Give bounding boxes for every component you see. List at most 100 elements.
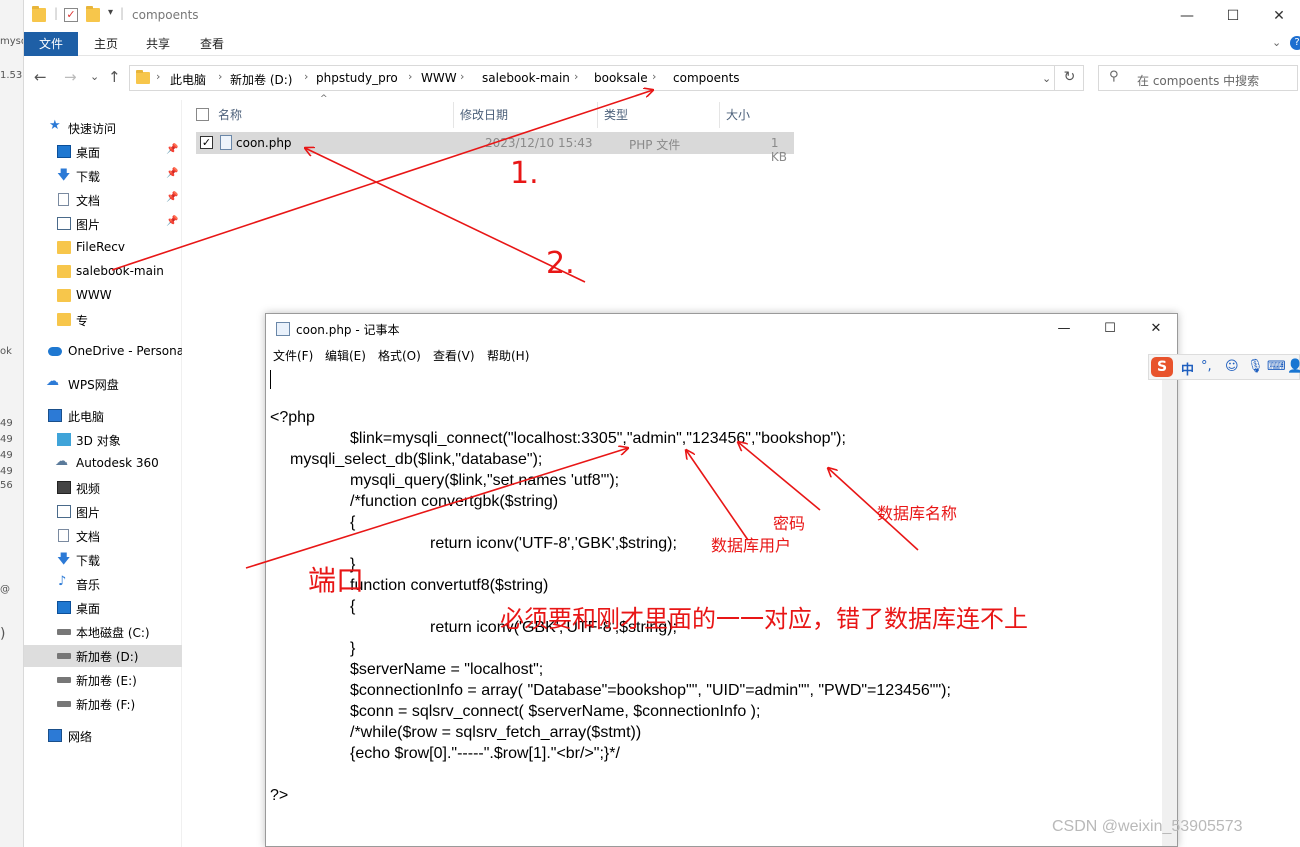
code-line: } (350, 640, 356, 657)
address-dropdown-icon[interactable]: ⌄ (1042, 72, 1051, 85)
column-header-name[interactable]: 名称 (214, 102, 454, 128)
notepad-maximize-button[interactable]: ☐ (1087, 314, 1133, 344)
cube-icon (57, 433, 71, 446)
sidebar-item-www[interactable]: WWW (24, 285, 182, 307)
code-line: $serverName = "localhost"; (350, 661, 544, 678)
folder-icon[interactable] (32, 6, 46, 22)
recent-locations-button[interactable]: ⌄ (90, 70, 99, 83)
minimize-button[interactable]: — (1164, 0, 1210, 32)
download-arrow-icon: 🡇 (57, 552, 71, 567)
pictures-icon (57, 505, 71, 518)
table-row[interactable]: ✓ coon.php 2023/12/10 15:43 PHP 文件 1 KB (196, 132, 794, 164)
sidebar-item-autodesk[interactable]: ☁ Autodesk 360 (24, 453, 182, 475)
sidebar-item-pictures[interactable]: 图片 📌 (24, 213, 182, 235)
sidebar-item-drive-c[interactable]: 本地磁盘 (C:) (24, 621, 182, 643)
notepad-scrollbar[interactable] (1162, 366, 1177, 846)
background-window-strip: mysql 1.53 ok 49 49 49 49 56 @ ) (0, 0, 24, 847)
quick-access-dropdown-icon[interactable]: ▾ (108, 7, 113, 18)
annotation-db-name: 数据库名称 (877, 504, 958, 523)
breadcrumb-www[interactable]: WWW (421, 71, 457, 85)
sidebar-item-music[interactable]: ♪ 音乐 (24, 573, 182, 595)
tab-share[interactable]: 共享 (132, 32, 184, 56)
sidebar-item-drive-e[interactable]: 新加卷 (E:) (24, 669, 182, 691)
sidebar-item-zhuan[interactable]: 专 (24, 309, 182, 331)
breadcrumb-salebook-main[interactable]: salebook-main (482, 71, 570, 85)
menu-help[interactable]: 帮助(H) (487, 347, 529, 364)
column-header-modified[interactable]: 修改日期 (456, 102, 598, 128)
sidebar-item-documents[interactable]: 文档 📌 (24, 189, 182, 211)
sidebar-item-filerecv[interactable]: FileRecv (24, 237, 182, 259)
breadcrumb-compoents[interactable]: compoents (673, 71, 740, 85)
notepad-minimize-button[interactable]: — (1041, 314, 1087, 344)
sidebar-item-salebook-main[interactable]: salebook-main (24, 261, 182, 283)
breadcrumb-booksale[interactable]: booksale (594, 71, 648, 85)
csdn-watermark: CSDN @weixin_53905573 (1052, 818, 1243, 835)
annotation-step-2: 2. (546, 246, 575, 281)
column-header-type[interactable]: 类型 (600, 102, 720, 128)
new-folder-icon[interactable] (86, 6, 100, 22)
sidebar-item-pc-downloads[interactable]: 🡇 下载 (24, 549, 182, 571)
annotation-port: 端口 (308, 564, 365, 597)
sidebar-item-wps-drive[interactable]: ☁ WPS网盘 (24, 373, 182, 395)
sidebar-item-this-pc[interactable]: 此电脑 (24, 405, 182, 427)
properties-check-icon[interactable]: ✓ (64, 8, 78, 22)
sidebar-item-3d-objects[interactable]: 3D 对象 (24, 429, 182, 451)
breadcrumb-this-pc[interactable]: 此电脑 (170, 71, 206, 88)
keyboard-icon[interactable]: ⌨ (1267, 359, 1286, 374)
document-icon (58, 529, 69, 542)
sogou-logo-icon[interactable]: S (1151, 357, 1173, 377)
annotation-password: 密码 (773, 514, 806, 533)
notepad-window: coon.php - 记事本 — ☐ ✕ 文件(F) 编辑(E) 格式(O) 查… (265, 313, 1178, 847)
back-button[interactable]: ← (34, 68, 47, 86)
help-icon[interactable]: ? (1290, 36, 1300, 50)
autodesk-icon: ☁ (55, 454, 68, 469)
sidebar-item-network[interactable]: 网络 (24, 725, 182, 747)
code-line: /*function convertgbk($string) (350, 493, 559, 510)
select-all-checkbox[interactable] (196, 108, 209, 121)
forward-button[interactable]: → (64, 68, 77, 86)
breadcrumb-drive-d[interactable]: 新加卷 (D:) (230, 71, 292, 88)
address-bar-row: ← → ⌄ ↑ › 此电脑 › 新加卷 (D:) › phpstudy_pro … (24, 60, 1300, 96)
code-line: /*while($row = sqlsrv_fetch_array($stmt)… (350, 724, 642, 741)
tab-view[interactable]: 查看 (186, 32, 238, 56)
microphone-icon[interactable]: 🎙 (1247, 359, 1264, 374)
tab-file[interactable]: 文件 (24, 32, 78, 56)
ribbon-expand-icon[interactable]: ⌄ (1272, 36, 1281, 49)
sidebar-item-pc-desktop[interactable]: 桌面 (24, 597, 182, 619)
sidebar-item-desktop[interactable]: 桌面 📌 (24, 141, 182, 163)
sidebar-item-videos[interactable]: 视频 (24, 477, 182, 499)
user-icon[interactable]: 👤 (1287, 359, 1300, 374)
row-checkbox[interactable]: ✓ (200, 136, 213, 149)
ime-mode-toggle[interactable]: 中 (1181, 359, 1194, 378)
annotation-note: 必须要和刚才里面的一一对应，错了数据库连不上 (500, 605, 1028, 633)
up-button[interactable]: ↑ (108, 68, 121, 86)
sidebar-item-pc-documents[interactable]: 文档 (24, 525, 182, 547)
sidebar-item-downloads[interactable]: 🡇 下载 📌 (24, 165, 182, 187)
search-input[interactable]: ⚲ 在 compoents 中搜索 (1098, 65, 1298, 91)
notepad-title: coon.php - 记事本 (296, 323, 400, 337)
address-bar[interactable]: › 此电脑 › 新加卷 (D:) › phpstudy_pro › WWW › … (129, 65, 1084, 91)
ime-punctuation-toggle[interactable]: °, (1201, 359, 1212, 374)
menu-file[interactable]: 文件(F) (273, 347, 313, 364)
refresh-button[interactable]: ↻ (1054, 65, 1084, 91)
notepad-close-button[interactable]: ✕ (1133, 314, 1179, 344)
sidebar-item-drive-f[interactable]: 新加卷 (F:) (24, 693, 182, 715)
code-line: mysqli_select_db($link,"database"); (290, 451, 543, 468)
video-icon (57, 481, 71, 494)
emoji-icon[interactable]: ☺ (1225, 359, 1239, 374)
maximize-button[interactable]: ☐ (1210, 0, 1256, 32)
wps-cloud-icon: ☁ (46, 374, 59, 389)
sidebar-item-pc-pictures[interactable]: 图片 (24, 501, 182, 523)
code-line: $connectionInfo = array( "Database"=book… (350, 682, 951, 699)
menu-view[interactable]: 查看(V) (433, 347, 475, 364)
sidebar-item-drive-d[interactable]: 新加卷 (D:) (24, 645, 182, 667)
tab-home[interactable]: 主页 (80, 32, 132, 56)
sidebar-item-quick-access[interactable]: ★ 快速访问 (24, 117, 182, 139)
close-button[interactable]: ✕ (1256, 0, 1300, 32)
sidebar-item-onedrive[interactable]: OneDrive - Persona (24, 341, 182, 363)
menu-format[interactable]: 格式(O) (378, 347, 421, 364)
file-modified: 2023/12/10 15:43 (485, 136, 593, 150)
column-header-size[interactable]: 大小 (722, 102, 794, 128)
menu-edit[interactable]: 编辑(E) (325, 347, 366, 364)
breadcrumb-phpstudy[interactable]: phpstudy_pro (316, 71, 398, 85)
